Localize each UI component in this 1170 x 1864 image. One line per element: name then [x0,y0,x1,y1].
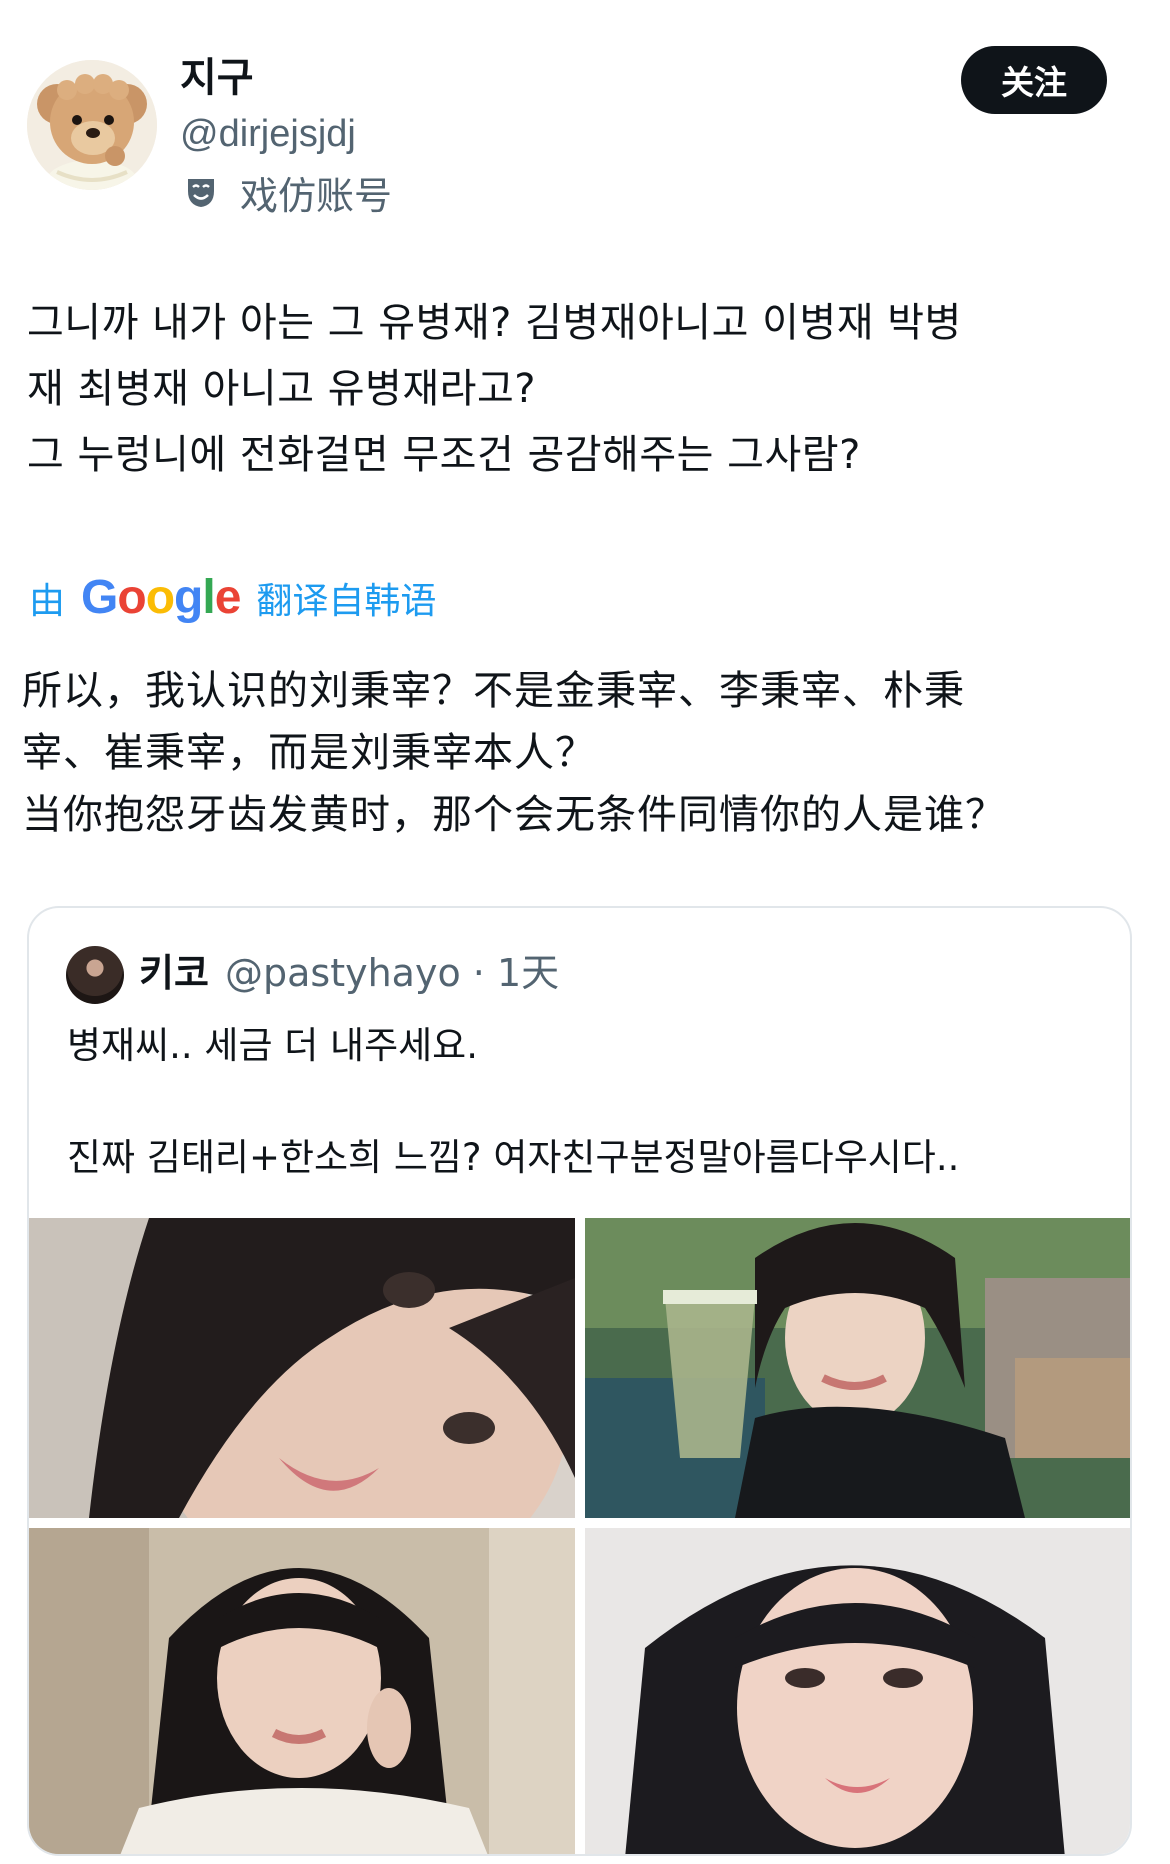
quoted-post-card[interactable]: 키코 @pastyhayo · 1天 병재씨.. 세금 더 내주세요. 진짜 김… [27,906,1132,1856]
post-text: 그니까 내가 아는 그 유병재? 김병재아니고 이병재 박병 재 최병재 아니고… [27,300,962,478]
author-avatar[interactable] [27,60,157,190]
google-logo-letter: G [81,571,118,624]
google-logo-letter: e [214,571,242,624]
author-display-name[interactable]: 지구 [180,50,254,106]
parody-label: 戏仿账号 [240,173,393,218]
translated-by-label: 由 [29,581,66,622]
quoted-author-avatar [66,946,124,1004]
translated-from-label[interactable]: 翻译自韩语 [256,572,436,624]
theater-mask-icon [188,179,214,207]
google-logo: Google [81,568,242,628]
follow-button[interactable]: 关注 [961,46,1107,114]
google-logo-letter: l [202,571,215,624]
photo-selfie-closeup [29,1218,575,1518]
photo-white-shirt [29,1528,575,1854]
quoted-author-meta: @pastyhayo · 1天 [225,951,560,995]
translated-text: 所以，我认识的刘秉宰？不是金秉宰、李秉宰、朴秉 宰、崔秉宰，而是刘秉宰本人？ 当… [22,668,1006,838]
photo-cafe-drink [585,1218,1130,1518]
photo-4[interactable] [585,1528,1130,1854]
translation-attribution: 由 Google 翻译自韩语 [29,568,436,628]
quoted-post-text: 병재씨.. 세금 더 내주세요. 진짜 김태리+한소희 느낌? 여자친구분정말아… [67,1024,960,1179]
photo-3[interactable] [29,1528,575,1854]
photo-1[interactable] [29,1218,575,1518]
teddy-bear-icon [27,60,157,190]
google-logo-letter: o [145,571,175,624]
photo-portrait [585,1528,1130,1854]
author-handle[interactable]: @dirjejsjdj [180,108,356,160]
photo-2[interactable] [585,1218,1130,1518]
quoted-author-name: 키코 [139,951,209,995]
google-logo-letter: o [117,571,146,624]
parody-account-badge: 戏仿账号 [184,166,392,218]
photo-grid [29,1218,1130,1854]
google-logo-letter: g [174,571,203,624]
